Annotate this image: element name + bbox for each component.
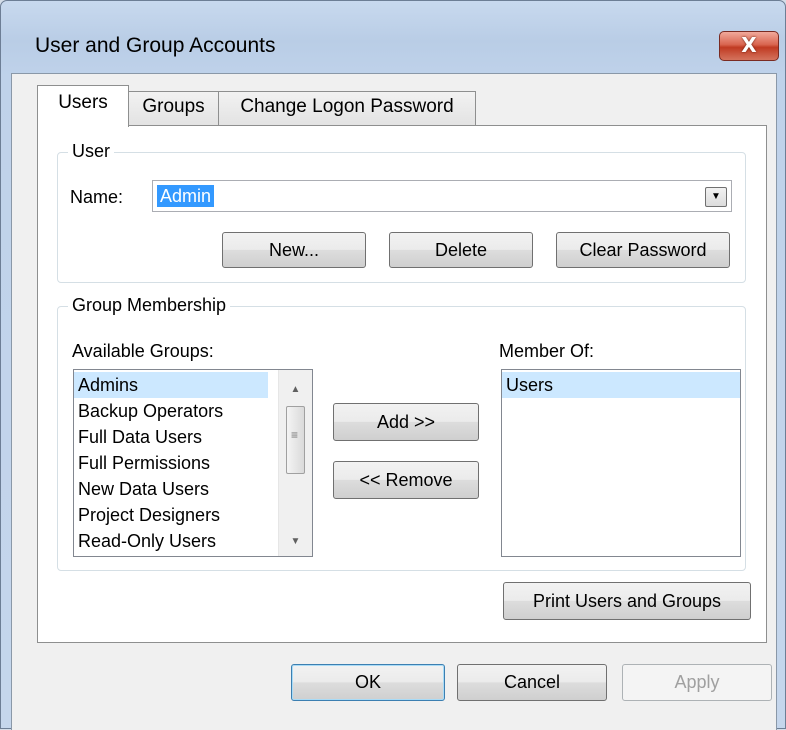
- member-of-label: Member Of:: [499, 341, 595, 361]
- scroll-down-arrow-icon[interactable]: ▼: [279, 536, 312, 547]
- scroll-grip-icon: ≡: [291, 428, 299, 442]
- list-item[interactable]: Admins: [74, 372, 268, 398]
- user-groupbox: User Name: Admin ▼ New... Delete Clear P…: [57, 141, 746, 283]
- tab-change-logon-password-label: Change Logon Password: [240, 96, 454, 117]
- clear-password-button[interactable]: Clear Password: [556, 232, 730, 268]
- tab-groups[interactable]: Groups: [128, 91, 219, 125]
- add-group-button[interactable]: Add >>: [333, 403, 479, 441]
- member-of-listbox[interactable]: Users: [501, 369, 741, 557]
- list-item[interactable]: Full Data Users: [74, 424, 312, 450]
- name-label: Name:: [70, 187, 124, 207]
- new-user-button[interactable]: New...: [222, 232, 366, 268]
- ok-button[interactable]: OK: [291, 664, 445, 701]
- close-icon[interactable]: X: [719, 31, 779, 61]
- group-membership-legend: Group Membership: [68, 295, 231, 316]
- available-groups-listbox[interactable]: Admins Backup Operators Full Data Users …: [73, 369, 313, 557]
- tab-change-logon-password[interactable]: Change Logon Password: [218, 91, 476, 125]
- tab-users-label: Users: [58, 92, 108, 113]
- list-item[interactable]: New Data Users: [74, 476, 312, 502]
- list-item[interactable]: Read-Only Users: [74, 528, 312, 554]
- list-item[interactable]: Project Designers: [74, 502, 312, 528]
- print-users-and-groups-button[interactable]: Print Users and Groups: [503, 582, 751, 620]
- group-membership-groupbox: Group Membership Available Groups: Membe…: [57, 295, 746, 571]
- delete-user-button[interactable]: Delete: [389, 232, 533, 268]
- chevron-down-icon[interactable]: ▼: [705, 187, 727, 207]
- scroll-up-arrow-icon[interactable]: ▲: [279, 384, 312, 395]
- tab-groups-label: Groups: [142, 96, 205, 117]
- remove-group-button[interactable]: << Remove: [333, 461, 479, 499]
- scrollbar-thumb[interactable]: ≡: [286, 406, 305, 474]
- dialog-window: User and Group Accounts X Users Groups C…: [0, 0, 786, 730]
- list-item[interactable]: Backup Operators: [74, 398, 312, 424]
- list-item[interactable]: Users: [502, 372, 740, 398]
- user-name-value[interactable]: Admin: [157, 185, 215, 207]
- available-groups-label: Available Groups:: [72, 341, 214, 361]
- cancel-button[interactable]: Cancel: [457, 664, 607, 701]
- available-groups-scrollbar[interactable]: ▲ ≡ ▼: [278, 370, 312, 556]
- users-tab-panel: User Name: Admin ▼ New... Delete Clear P…: [37, 125, 767, 643]
- window-title: User and Group Accounts: [35, 34, 276, 57]
- tab-users[interactable]: Users: [37, 85, 129, 127]
- list-item[interactable]: Full Permissions: [74, 450, 312, 476]
- apply-button[interactable]: Apply: [622, 664, 772, 701]
- user-groupbox-legend: User: [68, 141, 115, 162]
- user-name-combobox[interactable]: Admin ▼: [152, 180, 732, 212]
